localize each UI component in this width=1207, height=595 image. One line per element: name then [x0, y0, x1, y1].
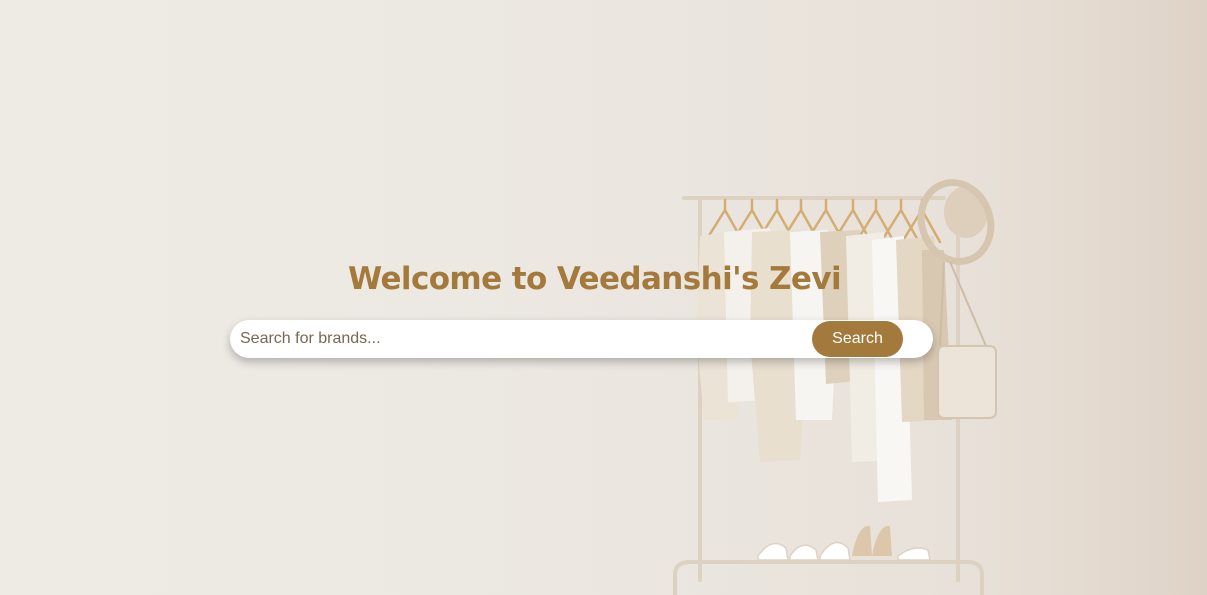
page-title: Welcome to Veedanshi's Zevi	[348, 261, 842, 297]
hero-section: Welcome to Veedanshi's Zevi Search	[0, 0, 1207, 595]
search-input[interactable]	[230, 320, 790, 358]
search-button[interactable]: Search	[812, 321, 903, 357]
search-bar: Search	[230, 320, 933, 358]
